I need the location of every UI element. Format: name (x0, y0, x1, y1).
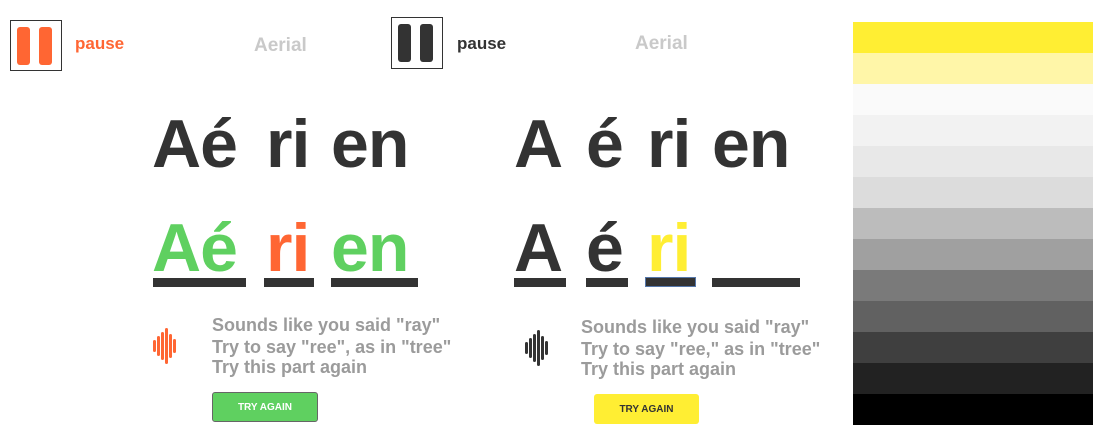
palette-swatch (853, 239, 1093, 270)
syllable-scored: A (514, 210, 563, 286)
pause-icon (398, 24, 411, 62)
syllable-scored-correct: Aé (152, 210, 238, 286)
palette-swatch (853, 363, 1093, 394)
syllable-underline (264, 278, 314, 287)
syllable-plain: en (712, 106, 790, 182)
syllable-underline (514, 278, 566, 287)
syllable-plain: en (331, 106, 409, 182)
syllable-underline (153, 278, 246, 287)
pause-button[interactable] (391, 17, 443, 69)
try-again-button[interactable]: TRY AGAIN (212, 392, 318, 422)
palette-swatch (853, 22, 1093, 53)
syllable-scored-correct: en (331, 210, 409, 286)
syllable-underline (586, 278, 628, 287)
pause-label: pause (75, 34, 125, 53)
feedback-line-1: Sounds like you said "ray" (581, 317, 810, 337)
syllable-plain: Aé (152, 106, 238, 182)
pause-button[interactable] (10, 20, 62, 71)
palette-swatch (853, 177, 1093, 208)
sound-wave-icon (153, 328, 177, 364)
feedback-line-2: Try to say "ree", as in "tree" (212, 337, 452, 357)
syllable-underline (331, 278, 418, 287)
sound-wave-icon (525, 330, 549, 366)
palette-swatch (853, 146, 1093, 177)
syllable-plain: ri (266, 106, 310, 182)
palette-swatch (853, 332, 1093, 363)
palette-swatch (853, 301, 1093, 332)
try-again-button[interactable]: TRY AGAIN (594, 394, 699, 424)
word-label: Aerial (254, 35, 307, 56)
pause-icon (420, 24, 433, 62)
palette-swatch (853, 84, 1093, 115)
syllable-plain: ri (647, 106, 691, 182)
syllable-scored: é (586, 210, 624, 286)
word-label: Aerial (635, 33, 688, 54)
palette-swatch (853, 53, 1093, 84)
syllable-scored-highlight[interactable]: ri (647, 214, 691, 282)
pause-icon (39, 27, 52, 65)
syllable-plain: é (586, 106, 624, 182)
syllable-underline-focused (645, 277, 696, 287)
palette-swatch (853, 208, 1093, 239)
syllable-plain: A (514, 106, 563, 182)
feedback-line-1: Sounds like you said "ray" (212, 315, 441, 335)
syllable-scored-error[interactable]: ri (266, 214, 310, 282)
syllable-underline-empty (712, 278, 800, 287)
palette-swatch (853, 270, 1093, 301)
palette-swatch (853, 394, 1093, 425)
pause-icon (17, 27, 30, 65)
pause-label: pause (457, 34, 507, 53)
feedback-line-3: Try this part again (581, 359, 737, 379)
feedback-line-2: Try to say "ree," as in "tree" (581, 339, 821, 359)
palette-swatch (853, 115, 1093, 146)
feedback-line-3: Try this part again (212, 357, 368, 377)
